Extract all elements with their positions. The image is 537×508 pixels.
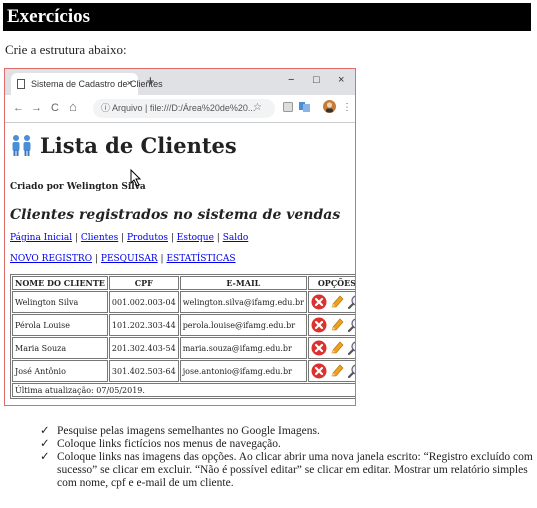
table-footer-row: Última atualização: 07/05/2019. [12, 383, 355, 397]
url-field[interactable]: ⓘ Arquivo | file:///D:/Área%20de%20... [93, 99, 275, 118]
author-byline: Criado por Welington Silva [10, 182, 146, 192]
nav-link-products[interactable]: Produtos [127, 233, 168, 243]
edit-pencil-icon[interactable] [329, 363, 345, 379]
cell-email: perola.louise@ifamg.edu.br [179, 314, 307, 336]
checkmark-icon: ✓ [40, 438, 50, 450]
cell-name: Welington Silva [12, 291, 108, 313]
people-icon [12, 135, 31, 156]
list-item: ✓ Coloque links fictícios nos menus de n… [40, 438, 535, 451]
cell-options [307, 291, 356, 313]
magnifier-icon[interactable] [347, 340, 356, 356]
address-bar-row: ← → C ⌂ ⓘ Arquivo | file:///D:/Área%20de… [5, 95, 355, 123]
nav-link-clients[interactable]: Clientes [81, 233, 118, 243]
nav-link-statistics[interactable]: ESTATÍSTICAS [166, 254, 235, 264]
browser-tab[interactable]: Sistema de Cadastro de Clientes × [11, 73, 163, 95]
edit-pencil-icon[interactable] [329, 340, 345, 356]
nav-separator: | [170, 233, 174, 243]
delete-icon[interactable] [311, 294, 327, 310]
reload-button[interactable]: C [51, 102, 59, 114]
instructions-list: ✓ Pesquise pelas imagens semelhantes no … [40, 425, 535, 490]
browser-menu-icon[interactable]: ⋮ [342, 102, 352, 113]
browser-window: Sistema de Cadastro de Clientes × + − □ … [4, 68, 356, 406]
secondary-nav: NOVO REGISTRO | PESQUISAR | ESTATÍSTICAS [10, 254, 236, 264]
maximize-button[interactable]: □ [313, 74, 320, 86]
cell-cpf: 101.202.303-44 [108, 314, 179, 336]
nav-separator: | [94, 254, 99, 264]
page-subtitle: Clientes registrados no sistema de venda… [10, 207, 341, 223]
window-close-button[interactable]: × [338, 74, 344, 86]
last-update-note: Última atualização: 07/05/2019. [12, 383, 355, 397]
table-row: Maria Souza 201.302.403-54 maria.souza@i… [12, 337, 356, 359]
column-header-cpf: CPF [108, 276, 179, 290]
bookmark-star-icon[interactable]: ☆ [253, 102, 262, 113]
cell-cpf: 201.302.403-54 [108, 337, 179, 359]
cell-name: Pérola Louise [12, 314, 108, 336]
nav-separator: | [121, 233, 125, 243]
cell-cpf: 001.002.003-04 [108, 291, 179, 313]
page-title: Lista de Clientes [40, 133, 237, 158]
edit-pencil-icon[interactable] [329, 294, 345, 310]
nav-separator: | [74, 233, 78, 243]
cell-options [307, 337, 356, 359]
new-tab-button[interactable]: + [146, 73, 155, 90]
list-item: ✓ Pesquise pelas imagens semelhantes no … [40, 425, 535, 438]
nav-link-search[interactable]: PESQUISAR [101, 254, 158, 264]
back-button[interactable]: ← [13, 102, 24, 114]
edit-pencil-icon[interactable] [329, 317, 345, 333]
exercises-heading: Exercícios [3, 3, 531, 31]
delete-icon[interactable] [311, 363, 327, 379]
cell-email: jose.antonio@ifamg.edu.br [179, 360, 307, 382]
nav-separator: | [160, 254, 164, 264]
forward-button[interactable]: → [31, 102, 42, 114]
tab-bar: Sistema de Cadastro de Clientes × + − □ … [5, 69, 355, 95]
cell-options [307, 360, 356, 382]
cell-options [307, 314, 356, 336]
instruction-text: Coloque links nas imagens das opções. Ao… [57, 451, 533, 489]
column-header-options: OPÇÕES [307, 276, 355, 290]
profile-avatar-icon[interactable] [323, 100, 336, 116]
nav-link-home[interactable]: Página Inicial [10, 233, 72, 243]
magnifier-icon[interactable] [347, 294, 356, 310]
cell-name: José Antônio [12, 360, 108, 382]
delete-icon[interactable] [311, 340, 327, 356]
minimize-button[interactable]: − [288, 74, 294, 86]
cell-name: Maria Souza [12, 337, 108, 359]
magnifier-icon[interactable] [347, 363, 356, 379]
cell-cpf: 301.402.503-64 [108, 360, 179, 382]
instruction-text: Pesquise pelas imagens semelhantes no Go… [57, 425, 320, 437]
mouse-cursor-icon [130, 169, 142, 187]
cell-email: maria.souza@ifamg.edu.br [179, 337, 307, 359]
table-row: Pérola Louise 101.202.303-44 perola.loui… [12, 314, 356, 336]
column-header-name: NOME DO CLIENTE [12, 276, 108, 290]
checkmark-icon: ✓ [40, 425, 50, 437]
checkmark-icon: ✓ [40, 451, 50, 463]
tab-title: Sistema de Cadastro de Clientes [31, 79, 163, 89]
cell-email: welington.silva@ifamg.edu.br [179, 291, 307, 313]
extension-icon[interactable] [283, 102, 293, 115]
home-button[interactable]: ⌂ [69, 99, 77, 114]
magnifier-icon[interactable] [347, 317, 356, 333]
nav-link-new-record[interactable]: NOVO REGISTRO [10, 254, 92, 264]
table-header-row: NOME DO CLIENTE CPF E-MAIL OPÇÕES [12, 276, 355, 290]
delete-icon[interactable] [311, 317, 327, 333]
nav-link-balance[interactable]: Saldo [223, 233, 249, 243]
clients-table: NOME DO CLIENTE CPF E-MAIL OPÇÕES Weling… [10, 274, 356, 399]
table-row: José Antônio 301.402.503-64 jose.antonio… [12, 360, 356, 382]
intro-text: Crie a estrutura abaixo: [5, 42, 127, 57]
instruction-text: Coloque links fictícios nos menus de nav… [57, 438, 281, 450]
primary-nav: Página Inicial | Clientes | Produtos | E… [10, 233, 248, 243]
document-icon [17, 79, 25, 89]
translate-icon[interactable] [299, 102, 310, 115]
tab-close-icon[interactable]: × [127, 78, 132, 88]
column-header-email: E-MAIL [179, 276, 307, 290]
nav-separator: | [216, 233, 220, 243]
table-row: Welington Silva 001.002.003-04 welington… [12, 291, 356, 313]
nav-link-stock[interactable]: Estoque [177, 233, 214, 243]
list-item: ✓ Coloque links nas imagens das opções. … [40, 451, 535, 490]
